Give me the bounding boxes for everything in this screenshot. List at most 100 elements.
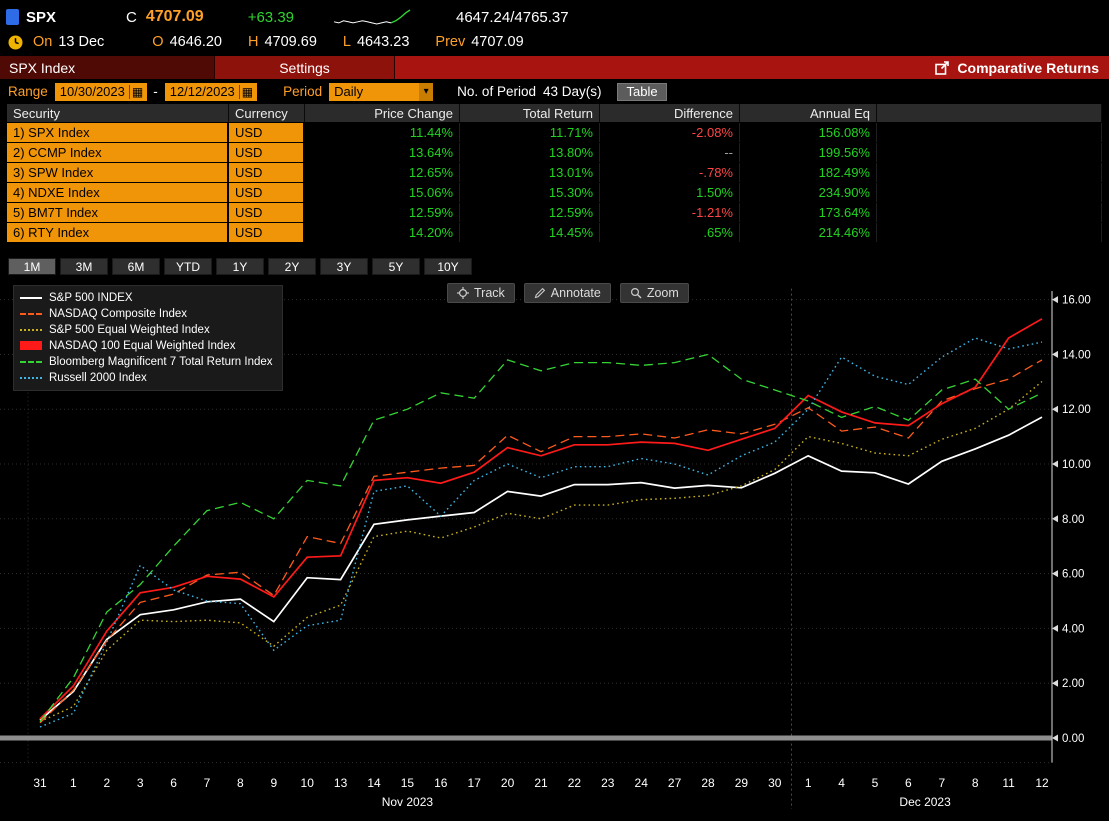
range-button-1y[interactable]: 1Y (216, 258, 264, 275)
legend-item[interactable]: NASDAQ Composite Index (20, 307, 273, 320)
range-start-input[interactable]: 10/30/2023 ▦ (54, 82, 148, 101)
svg-text:6: 6 (170, 776, 177, 790)
difference-cell: -- (600, 143, 740, 162)
low-label: L (342, 34, 351, 50)
calendar-icon[interactable]: ▦ (128, 84, 145, 99)
total-return-cell: 13.80% (460, 143, 600, 162)
legend-swatch-icon (20, 376, 42, 379)
svg-text:Dec 2023: Dec 2023 (899, 795, 951, 809)
legend-swatch-icon (20, 328, 42, 331)
legend-item[interactable]: Bloomberg Magnificent 7 Total Return Ind… (20, 355, 273, 368)
table-row[interactable]: 3) SPW Index USD 12.65% 13.01% -.78% 182.49% (7, 163, 1102, 182)
table-button[interactable]: Table (617, 82, 667, 101)
crosshair-icon (457, 287, 469, 299)
table-row[interactable]: 4) NDXE Index USD 15.06% 15.30% 1.50% 234.90% (7, 183, 1102, 202)
range-button-10y[interactable]: 10Y (424, 258, 472, 275)
legend-item[interactable]: Russell 2000 Index (20, 371, 273, 384)
no-of-period-label: No. of Period (457, 84, 536, 99)
zoom-button[interactable]: Zoom (619, 283, 689, 303)
annotate-button[interactable]: Annotate (523, 283, 611, 303)
svg-text:22: 22 (568, 776, 582, 790)
track-button[interactable]: Track (447, 283, 515, 303)
svg-text:8.00: 8.00 (1062, 514, 1084, 526)
export-icon (935, 60, 950, 75)
legend-swatch-icon (20, 312, 42, 315)
table-row[interactable]: 6) RTY Index USD 14.20% 14.45% .65% 214.46% (7, 223, 1102, 242)
currency-cell: USD (229, 163, 305, 182)
period-value: Daily (334, 84, 364, 99)
svg-text:8: 8 (237, 776, 244, 790)
close-label: C (126, 8, 137, 26)
filler-cell (877, 163, 1102, 182)
col-security: Security (7, 104, 229, 122)
range-dash: - (153, 84, 158, 99)
col-currency: Currency (229, 104, 305, 122)
range-end-input[interactable]: 12/12/2023 ▦ (164, 82, 258, 101)
calendar-icon[interactable]: ▦ (238, 84, 255, 99)
annual-eq-cell: 199.56% (740, 143, 877, 162)
function-tab-bar: SPX Index Settings Comparative Returns (0, 56, 1109, 79)
tab-spx-index[interactable]: SPX Index (0, 56, 215, 79)
svg-text:4.00: 4.00 (1062, 623, 1084, 635)
track-label: Track (474, 286, 505, 300)
range-button-3m[interactable]: 3M (60, 258, 108, 275)
svg-text:1: 1 (70, 776, 77, 790)
svg-text:10: 10 (301, 776, 315, 790)
svg-text:13: 13 (334, 776, 348, 790)
chart-toolbar: Track Annotate Zoom (447, 283, 689, 303)
currency-cell: USD (229, 223, 305, 242)
svg-text:24: 24 (635, 776, 649, 790)
comparative-returns-title[interactable]: Comparative Returns (935, 56, 1099, 79)
currency-cell: USD (229, 203, 305, 222)
period-select[interactable]: Daily ▾ (329, 82, 434, 101)
range-button-6m[interactable]: 6M (112, 258, 160, 275)
table-row[interactable]: 5) BM7T Index USD 12.59% 12.59% -1.21% 173.64… (7, 203, 1102, 222)
range-button-ytd[interactable]: YTD (164, 258, 212, 275)
security-cell: 3) SPW Index (7, 163, 229, 182)
range-end-value: 12/12/2023 (169, 84, 235, 99)
legend-item[interactable]: S&P 500 INDEX (20, 291, 273, 304)
series-line (39, 416, 1043, 721)
legend-label: S&P 500 Equal Weighted Index (49, 323, 210, 336)
no-of-period-value: 43 Day(s) (542, 84, 602, 99)
clock-icon (8, 35, 23, 50)
series-line (39, 380, 1043, 723)
table-header-row: Security Currency Price Change Total Ret… (7, 104, 1102, 122)
svg-text:7: 7 (938, 776, 945, 790)
legend-item[interactable]: S&P 500 Equal Weighted Index (20, 323, 273, 336)
high-value: 4709.69 (264, 34, 317, 50)
range-button-2y[interactable]: 2Y (268, 258, 316, 275)
panel-indicator-icon (6, 9, 19, 25)
price-change-cell: 14.20% (305, 223, 460, 242)
price-change-cell: 13.64% (305, 143, 460, 162)
svg-text:31: 31 (33, 776, 47, 790)
table-row[interactable]: 1) SPX Index USD 11.44% 11.71% -2.08% 156.08% (7, 123, 1102, 142)
chart-area: 0.00 2.00 4.00 6.00 8.00 10.00 12.00 14.00 16.00… (0, 279, 1109, 821)
svg-text:4: 4 (838, 776, 845, 790)
legend-item[interactable]: NASDAQ 100 Equal Weighted Index (20, 339, 273, 352)
svg-text:6: 6 (905, 776, 912, 790)
open-value: 4646.20 (169, 34, 222, 50)
series-line (39, 337, 1043, 728)
annual-eq-cell: 173.64% (740, 203, 877, 222)
intraday-sparkline (333, 9, 411, 25)
prev-label: Prev (435, 34, 466, 50)
difference-cell: -1.21% (600, 203, 740, 222)
range-button-1m[interactable]: 1M (8, 258, 56, 275)
range-button-5y[interactable]: 5Y (372, 258, 420, 275)
svg-text:14.00: 14.00 (1062, 349, 1091, 361)
tab-settings[interactable]: Settings (215, 56, 395, 79)
total-return-cell: 12.59% (460, 203, 600, 222)
range-button-3y[interactable]: 3Y (320, 258, 368, 275)
range-buttons: 1M 3M 6M YTD 1Y 2Y 3Y 5Y 10Y (8, 258, 472, 275)
svg-text:17: 17 (468, 776, 482, 790)
range-label: Range (8, 84, 48, 99)
legend-swatch-icon (20, 296, 42, 299)
svg-text:23: 23 (601, 776, 615, 790)
svg-text:12.00: 12.00 (1062, 404, 1091, 416)
svg-text:10.00: 10.00 (1062, 459, 1091, 471)
svg-text:29: 29 (735, 776, 749, 790)
total-return-cell: 15.30% (460, 183, 600, 202)
security-cell: 2) CCMP Index (7, 143, 229, 162)
table-row[interactable]: 2) CCMP Index USD 13.64% 13.80% -- 199.56% (7, 143, 1102, 162)
